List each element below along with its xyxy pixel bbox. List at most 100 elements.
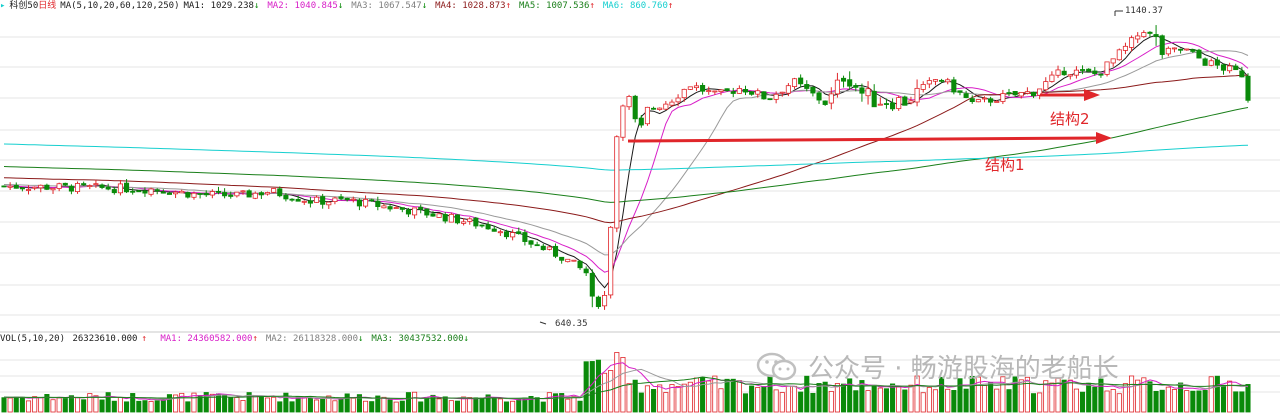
candle-body (602, 294, 608, 307)
candle-body (1208, 60, 1214, 66)
candle (632, 94, 638, 123)
candle (1067, 74, 1073, 80)
candle (56, 182, 62, 192)
candle (473, 216, 479, 229)
volume-bar (363, 400, 369, 413)
volume-bar (289, 401, 295, 413)
candle-body (1073, 69, 1079, 76)
price-header: ▸ 科创50日线 MA(5,10,20,60,120,250) MA1: 1029.2… (0, 0, 685, 14)
volume-bar (700, 376, 706, 413)
candle-body (301, 200, 307, 203)
candle (736, 85, 742, 94)
volume-bar (718, 388, 724, 413)
candle-body (1171, 47, 1178, 50)
candle (32, 186, 38, 191)
candle-body (1245, 75, 1251, 101)
volume-bar (577, 400, 583, 413)
candle (363, 195, 369, 209)
candle (896, 95, 902, 111)
candle-body (638, 117, 644, 126)
candle (822, 100, 828, 106)
candle-body (381, 205, 387, 209)
volume-bar (816, 383, 822, 413)
volume-bar (920, 392, 926, 413)
volume-bar (271, 396, 277, 413)
volume-bar (344, 393, 350, 413)
candle-body (724, 88, 730, 92)
candle-body (914, 87, 920, 103)
candle-body (755, 90, 761, 95)
candle-body (105, 186, 111, 190)
moving-average-lines (3, 34, 1249, 289)
candle (399, 207, 405, 213)
candle-body (847, 79, 853, 87)
candle-body (620, 105, 626, 138)
candle (74, 181, 81, 194)
volume-bar (74, 397, 81, 413)
candle-body (785, 85, 791, 94)
volume-bar (742, 393, 749, 413)
volume-bar (295, 396, 301, 413)
candle-body (38, 184, 44, 189)
volume-bar (1030, 393, 1037, 413)
candle-body (350, 198, 356, 201)
candle-body (191, 192, 197, 198)
volume-bar (62, 397, 68, 413)
candle-body (687, 86, 693, 90)
candle-body (277, 188, 283, 197)
candle-body (742, 89, 749, 93)
candle-body (1129, 37, 1135, 48)
candle (644, 106, 650, 126)
watermark-text: 公众号 · 畅游股海的老船长 (808, 354, 1119, 384)
candle (222, 188, 228, 199)
candle-body (338, 196, 344, 199)
index-name: 科创50 (9, 1, 39, 11)
candle-body (240, 190, 246, 193)
candle-body (1030, 92, 1037, 97)
volume-bar (25, 400, 32, 413)
candle-body (791, 78, 798, 87)
candle-body (430, 213, 436, 217)
ma3-value: MA3: 1067.547↓ (351, 1, 428, 11)
candle-body (718, 89, 724, 92)
candle (700, 82, 706, 95)
candle (264, 191, 271, 196)
candle-body (669, 101, 675, 106)
candle (890, 98, 896, 112)
volume-bar (240, 400, 246, 413)
candle-body (93, 183, 99, 186)
candle-body (1000, 93, 1006, 102)
candle-body (981, 97, 988, 100)
volume-bar (534, 397, 540, 413)
candle (798, 74, 804, 87)
candle-body (320, 196, 326, 205)
candle-body (1178, 48, 1184, 51)
candle (877, 97, 883, 106)
low-label: 640.35 (555, 319, 588, 329)
period-label: 日线 (38, 1, 57, 11)
volume-bar (626, 383, 632, 413)
volume-bar (810, 392, 816, 413)
candle (926, 77, 932, 89)
candle (467, 217, 473, 225)
candle-body (712, 90, 718, 93)
volume-bar (38, 397, 44, 413)
candle-body (988, 98, 994, 103)
candle-body (1116, 49, 1122, 61)
candle (767, 98, 773, 101)
candle-body (124, 182, 130, 193)
volume-bar (1129, 375, 1135, 413)
structure2-arrow-head (1084, 89, 1100, 101)
volume-bar (405, 392, 411, 413)
candle (246, 189, 252, 198)
candle (1000, 89, 1006, 105)
volume-bar (602, 372, 608, 413)
candle-body (883, 103, 889, 105)
candle-body (234, 191, 240, 197)
volume-bar (130, 393, 136, 413)
candle-body (767, 98, 773, 101)
candle (424, 208, 430, 218)
volume-bar (234, 397, 240, 413)
volume-bar (1086, 382, 1092, 413)
candle (1098, 73, 1104, 78)
